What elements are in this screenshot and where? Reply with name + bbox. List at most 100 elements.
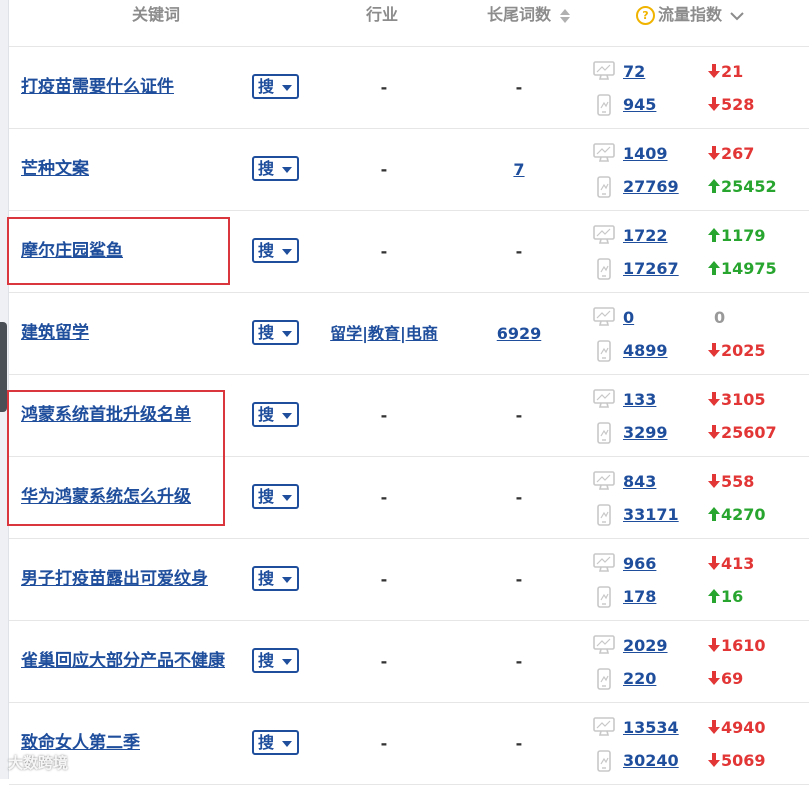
industry-cell: - [380, 406, 388, 425]
mobile-flow-value[interactable]: 27769 [623, 177, 679, 196]
industry-cell: - [380, 488, 388, 507]
arrow-down-icon [708, 718, 721, 737]
search-button-label: 搜 [258, 651, 275, 670]
keyword-link[interactable]: 芒种文案 [21, 129, 89, 210]
mobile-flow-value[interactable]: 4899 [623, 341, 668, 360]
longtail-cell: - [515, 652, 523, 671]
search-button-label: 搜 [258, 569, 275, 588]
phone-icon [593, 586, 615, 612]
industry-cell: - [380, 652, 388, 671]
flow-pc-line: 0 0 [593, 305, 803, 338]
phone-icon [593, 504, 615, 530]
mobile-flow-value[interactable]: 33171 [623, 505, 679, 524]
monitor-icon [593, 635, 615, 659]
flow-mobile-line: 945 528 [593, 92, 803, 125]
mobile-flow-value[interactable]: 17267 [623, 259, 679, 278]
arrow-up-icon [708, 505, 721, 524]
mobile-flow-value[interactable]: 945 [623, 95, 656, 114]
pc-flow-value[interactable]: 966 [623, 554, 656, 573]
change-value: 16 [708, 587, 743, 606]
change-value: 3105 [708, 390, 766, 409]
change-value: 558 [708, 472, 754, 491]
table-row: 鸿蒙系统首批升级名单 搜 - - 133 3105 3299 25607 [9, 375, 809, 457]
industry-cell[interactable]: 留学|教育|电商 [289, 293, 479, 374]
chevron-down-icon[interactable] [729, 11, 744, 21]
change-value: 2025 [708, 341, 766, 360]
change-number: 1179 [721, 226, 766, 245]
arrow-up-icon [708, 226, 721, 245]
phone-icon [593, 258, 615, 284]
change-number: 25607 [721, 423, 777, 442]
keyword-link[interactable]: 摩尔庄园鲨鱼 [21, 211, 123, 292]
flow-index-cell: 843 558 33171 4270 [593, 469, 803, 535]
phone-icon [593, 422, 615, 448]
change-number: 14975 [721, 259, 777, 278]
change-number: 1610 [721, 636, 766, 655]
phone-icon [593, 176, 615, 202]
industry-cell: - [380, 78, 388, 97]
longtail-cell: - [515, 406, 523, 425]
pc-flow-value[interactable]: 133 [623, 390, 656, 409]
search-button-label: 搜 [258, 77, 275, 96]
monitor-icon [593, 143, 615, 167]
longtail-cell: - [515, 734, 523, 753]
keyword-link[interactable]: 建筑留学 [21, 293, 89, 374]
keyword-link[interactable]: 华为鸿蒙系统怎么升级 [21, 457, 191, 538]
watermark: 大数跨境 [8, 754, 69, 772]
change-value: 25607 [708, 423, 777, 442]
longtail-cell[interactable]: 7 [469, 129, 569, 210]
header-longtail[interactable]: 长尾词数 [487, 0, 571, 30]
change-number: 69 [721, 669, 744, 688]
keyword-link[interactable]: 鸿蒙系统首批升级名单 [21, 375, 191, 456]
mobile-flow-value[interactable]: 3299 [623, 423, 668, 442]
change-value: 267 [708, 144, 754, 163]
change-number: 558 [721, 472, 755, 491]
flow-pc-line: 843 558 [593, 469, 803, 502]
keyword-link[interactable]: 雀巢回应大部分产品不健康 [21, 621, 225, 702]
longtail-cell[interactable]: 6929 [469, 293, 569, 374]
monitor-icon [593, 717, 615, 741]
flow-mobile-line: 33171 4270 [593, 502, 803, 535]
side-collapse-tab[interactable] [0, 322, 7, 412]
pc-flow-value[interactable]: 72 [623, 62, 645, 81]
mobile-flow-value[interactable]: 220 [623, 669, 656, 688]
header-keyword: 关键词 [132, 5, 181, 24]
search-button-label: 搜 [258, 733, 275, 752]
pc-flow-value[interactable]: 13534 [623, 718, 679, 737]
change-number: 5069 [721, 751, 766, 770]
mobile-flow-value[interactable]: 30240 [623, 751, 679, 770]
mobile-flow-value[interactable]: 178 [623, 587, 656, 606]
phone-icon [593, 94, 615, 120]
arrow-down-icon [708, 472, 721, 491]
keyword-link[interactable]: 打疫苗需要什么证件 [21, 47, 174, 128]
table-row: 建筑留学 搜 留学|教育|电商 6929 0 0 4899 2025 [9, 293, 809, 375]
pc-flow-value[interactable]: 2029 [623, 636, 668, 655]
arrow-up-icon [708, 259, 721, 278]
change-number: 2025 [721, 341, 766, 360]
header-flow[interactable]: ? 流量指数 [636, 0, 744, 30]
change-value: 14975 [708, 259, 777, 278]
flow-index-cell: 966 413 178 16 [593, 551, 803, 617]
flow-index-cell: 13534 4940 30240 5069 [593, 715, 803, 781]
table-row: 芒种文案 搜 - 7 1409 267 27769 25452 [9, 129, 809, 211]
change-number: 4940 [721, 718, 766, 737]
pc-flow-value[interactable]: 1722 [623, 226, 668, 245]
pc-flow-value[interactable]: 843 [623, 472, 656, 491]
change-value: 21 [708, 62, 743, 81]
search-button-label: 搜 [258, 159, 275, 178]
change-number: 267 [721, 144, 755, 163]
keyword-link[interactable]: 男子打疫苗露出可爱纹身 [21, 539, 208, 620]
sort-icon[interactable] [559, 8, 571, 24]
pc-flow-value[interactable]: 0 [623, 308, 634, 327]
arrow-down-icon [708, 390, 721, 409]
arrow-down-icon [708, 95, 721, 114]
table-header: 关键词 行业 长尾词数 ? 流量指数 [9, 0, 809, 47]
help-icon[interactable]: ? [636, 6, 655, 25]
pc-flow-value[interactable]: 1409 [623, 144, 668, 163]
arrow-down-icon [708, 341, 721, 360]
header-longtail-label: 长尾词数 [487, 5, 552, 24]
change-number: 3105 [721, 390, 766, 409]
change-value: 413 [708, 554, 754, 573]
arrow-down-icon [708, 669, 721, 688]
flow-index-cell: 1722 1179 17267 14975 [593, 223, 803, 289]
